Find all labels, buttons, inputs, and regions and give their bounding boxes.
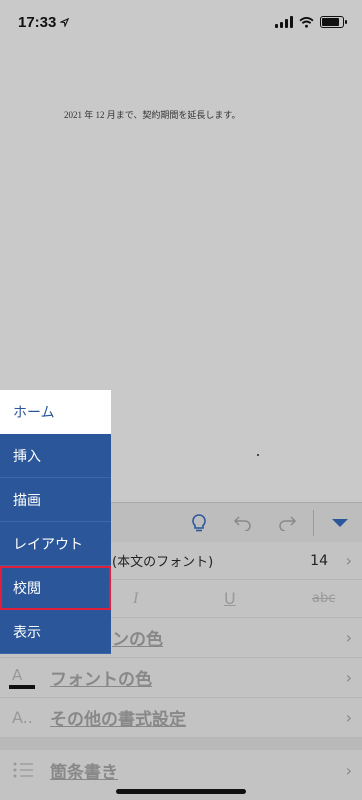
lightbulb-icon xyxy=(192,513,206,531)
location-arrow-icon xyxy=(60,17,70,27)
home-indicator[interactable] xyxy=(116,789,246,794)
font-color-row[interactable]: A フォントの色 › xyxy=(0,658,362,698)
toolbar-divider xyxy=(313,509,314,536)
collapse-ribbon-icon xyxy=(332,518,348,527)
tab-view[interactable]: 表示 xyxy=(0,610,111,654)
ideas-button[interactable] xyxy=(177,503,221,543)
more-formatting-label: その他の書式設定 xyxy=(50,710,186,730)
chevron-right-icon: › xyxy=(345,668,352,687)
redo-icon xyxy=(279,515,297,531)
more-formatting-icon: A.. xyxy=(12,708,33,727)
tab-layout[interactable]: レイアウト xyxy=(0,522,111,566)
document-text[interactable]: 2021 年 12 月まで、契約期間を延長します。 xyxy=(64,108,241,121)
strikethrough-button[interactable]: abc xyxy=(312,591,335,606)
chevron-right-icon: › xyxy=(345,551,352,570)
font-name: (本文のフォント) xyxy=(112,555,214,570)
undo-button[interactable] xyxy=(221,503,265,543)
battery-icon xyxy=(320,16,347,28)
chevron-right-icon: › xyxy=(345,708,352,727)
undo-icon xyxy=(233,515,251,531)
bullets-row[interactable]: 箇条書き › xyxy=(0,750,362,790)
collapse-ribbon-button[interactable] xyxy=(318,503,362,543)
underline-button[interactable]: U xyxy=(224,589,236,608)
redo-button[interactable] xyxy=(265,503,309,543)
tab-home[interactable]: ホーム xyxy=(0,390,111,434)
chevron-right-icon: › xyxy=(345,628,352,647)
font-size[interactable]: 14 xyxy=(310,553,328,569)
tab-review[interactable]: 校閲 xyxy=(0,566,111,610)
tab-draw[interactable]: 描画 xyxy=(0,478,111,522)
font-color-icon: A xyxy=(9,666,35,689)
more-formatting-row[interactable]: A.. その他の書式設定 › xyxy=(0,698,362,738)
ribbon-tab-menu: ホーム 挿入 描画 レイアウト 校閲 表示 xyxy=(0,390,111,654)
bullet-list-icon xyxy=(13,762,33,778)
status-bar: 17:33 xyxy=(0,0,362,44)
chevron-right-icon: › xyxy=(345,760,352,780)
time-text: 17:33 xyxy=(18,13,57,31)
tab-insert[interactable]: 挿入 xyxy=(0,434,111,478)
section-divider xyxy=(0,738,362,750)
status-icons xyxy=(275,16,347,28)
font-color-label: フォントの色 xyxy=(50,670,152,690)
wifi-icon xyxy=(299,16,314,28)
font-color-letter: A xyxy=(12,666,23,684)
highlight-color-label: ンの色 xyxy=(112,630,163,650)
cellular-signal-icon xyxy=(275,16,293,28)
cursor-dot xyxy=(257,454,259,456)
bullets-label: 箇条書き xyxy=(50,762,118,783)
status-time: 17:33 xyxy=(18,13,70,31)
italic-button[interactable]: I xyxy=(133,590,138,608)
